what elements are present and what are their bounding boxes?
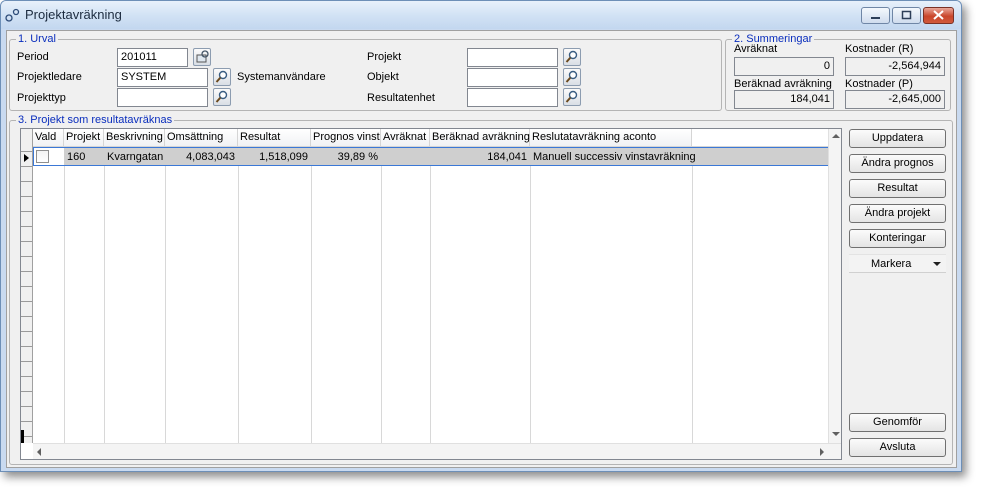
- avraknat-label: Avräknat: [734, 43, 778, 55]
- col-header-projekt[interactable]: Projekt: [64, 129, 104, 147]
- lookup-icon: [215, 70, 228, 83]
- vald-checkbox[interactable]: [36, 150, 49, 163]
- systemanvandare-label: Systemanvändare: [237, 71, 326, 83]
- app-icon: [5, 8, 20, 22]
- andra-prognos-button[interactable]: Ändra prognos: [849, 154, 946, 173]
- col-header-prognos-vinst[interactable]: Prognos vinst: [311, 129, 381, 147]
- resultatenhet-label: Resultatenhet: [367, 92, 435, 104]
- lookup-icon: [565, 70, 578, 83]
- col-header-beraknad-avrakning[interactable]: Beräknad avräkning: [430, 129, 530, 147]
- avsluta-button[interactable]: Avsluta: [849, 438, 946, 457]
- col-header-vald[interactable]: Vald: [33, 129, 64, 147]
- markera-dropdown-button[interactable]: Markera: [849, 254, 946, 273]
- urval-group: 1. Urval: [9, 33, 722, 111]
- projekt-input[interactable]: [467, 48, 558, 67]
- projekttyp-lookup-button[interactable]: [213, 88, 231, 106]
- projektledare-input[interactable]: SYSTEM: [117, 68, 208, 87]
- period-label: Period: [17, 51, 49, 63]
- window-title: Projektavräkning: [25, 7, 122, 22]
- markera-label: Markera: [871, 258, 912, 270]
- minimize-button[interactable]: [861, 7, 890, 24]
- maximize-icon: [901, 10, 912, 20]
- cell-avraknat: [381, 150, 430, 165]
- col-header-omsattning[interactable]: Omsättning: [165, 129, 238, 147]
- period-input[interactable]: 201011: [117, 48, 188, 67]
- cell-beskrivning: Kvarngatan: [107, 151, 164, 163]
- uppdatera-button[interactable]: Uppdatera: [849, 129, 946, 148]
- andra-projekt-button[interactable]: Ändra projekt: [849, 204, 946, 223]
- cell-resultat: 1,518,099: [259, 151, 308, 163]
- projekttyp-label: Projekttyp: [17, 92, 66, 104]
- projektledare-lookup-button[interactable]: [213, 68, 231, 86]
- lookup-icon: [565, 50, 578, 63]
- projekt-grid[interactable]: Vald Projekt Beskrivning Omsättning Resu…: [20, 128, 842, 460]
- projekt-lookup-button[interactable]: [563, 48, 581, 66]
- kostnader-r-label: Kostnader (R): [845, 43, 914, 55]
- close-icon: [933, 10, 944, 20]
- period-lookup-button[interactable]: [193, 48, 211, 66]
- cell-beraknad-avrakning: 184,041: [487, 151, 527, 163]
- col-header-aconto[interactable]: Reslutatavräkning aconto: [530, 129, 692, 147]
- projekttyp-input[interactable]: [117, 88, 208, 107]
- vertical-scrollbar[interactable]: [828, 129, 841, 443]
- scroll-right-icon[interactable]: [819, 448, 825, 456]
- lookup-icon: [215, 90, 228, 103]
- lookup-icon: [565, 90, 578, 103]
- projektledare-label: Projektledare: [17, 71, 82, 83]
- beraknad-value: 184,041: [734, 90, 834, 109]
- col-header-beskrivning[interactable]: Beskrivning: [104, 129, 165, 147]
- konteringar-button[interactable]: Konteringar: [849, 229, 946, 248]
- row-pointer-icon: [24, 154, 29, 162]
- objekt-input[interactable]: [467, 68, 558, 87]
- horizontal-scrollbar[interactable]: [33, 443, 841, 459]
- col-header-resultat[interactable]: Resultat: [238, 129, 311, 147]
- main-window: Projektavräkning 1. Urval Period 201011 …: [0, 0, 962, 472]
- window-client: 1. Urval Period 201011 Projektledare SYS…: [6, 30, 957, 468]
- cell-projekt: 160: [67, 151, 86, 163]
- kostnader-p-value: -2,645,000: [845, 90, 945, 109]
- close-button[interactable]: [923, 7, 954, 24]
- scroll-up-icon[interactable]: [832, 133, 840, 139]
- maximize-button[interactable]: [892, 7, 921, 24]
- urval-legend: 1. Urval: [16, 33, 58, 45]
- resultatenhet-input[interactable]: [467, 88, 558, 107]
- projekt-legend: 3. Projekt som resultatavräknas: [16, 114, 175, 126]
- kostnader-r-value: -2,564,944: [845, 57, 945, 76]
- beraknad-label: Beräknad avräkning: [734, 78, 832, 90]
- cell-omsattning: 4,083,043: [186, 151, 235, 163]
- scroll-left-icon[interactable]: [36, 448, 42, 456]
- cell-aconto: Manuell successiv vinstavräkning: [533, 151, 696, 163]
- resultat-button[interactable]: Resultat: [849, 179, 946, 198]
- resultatenhet-lookup-button[interactable]: [563, 88, 581, 106]
- scroll-down-icon[interactable]: [832, 431, 840, 437]
- genomfor-button[interactable]: Genomför: [849, 413, 946, 432]
- calendar-lookup-icon: [196, 50, 209, 63]
- col-header-avraknat[interactable]: Avräknat: [381, 129, 430, 147]
- kostnader-p-label: Kostnader (P): [845, 78, 913, 90]
- objekt-label: Objekt: [367, 71, 399, 83]
- projekt-label: Projekt: [367, 51, 402, 63]
- objekt-lookup-button[interactable]: [563, 68, 581, 86]
- chevron-down-icon: [933, 262, 941, 266]
- row-header: [21, 129, 33, 443]
- minimize-icon: [871, 17, 880, 19]
- title-bar[interactable]: Projektavräkning: [1, 1, 961, 29]
- cell-prognos-vinst: 39,89 %: [337, 151, 378, 163]
- avraknat-value: 0: [734, 57, 834, 76]
